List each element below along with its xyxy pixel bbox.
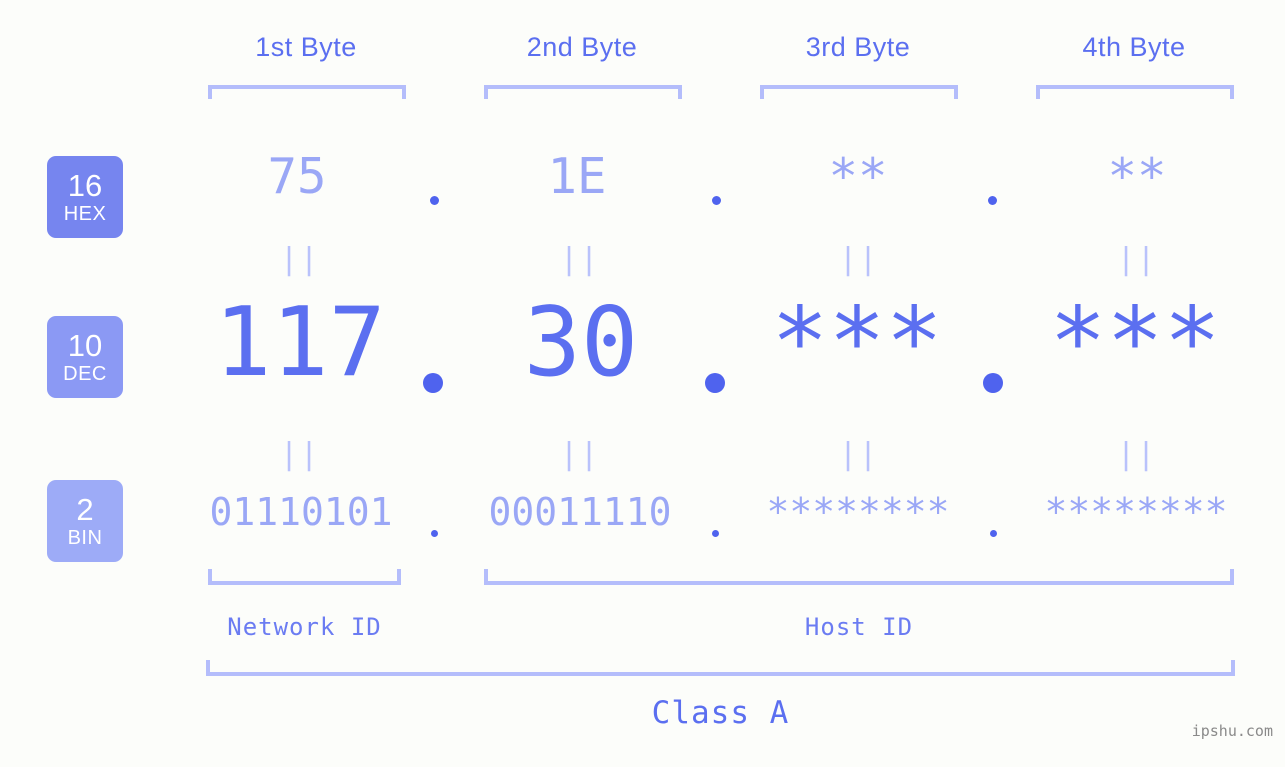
dec-separator-dot-2 bbox=[705, 373, 725, 393]
byte-bracket-4 bbox=[1036, 85, 1234, 99]
byte-header-3: 3rd Byte bbox=[805, 32, 911, 62]
byte-bracket-1 bbox=[208, 85, 406, 99]
byte-bracket-3 bbox=[760, 85, 958, 99]
bin-separator-dot-2 bbox=[712, 530, 719, 537]
hex-separator-dot-3 bbox=[988, 196, 997, 205]
host-id-bracket bbox=[484, 569, 1234, 585]
radix-badge-bin: 2 BIN bbox=[47, 480, 123, 562]
network-id-bracket bbox=[208, 569, 401, 585]
ip-address-breakdown-diagram: 1st Byte 2nd Byte 3rd Byte 4th Byte 16 H… bbox=[0, 0, 1285, 767]
hex-separator-dot-1 bbox=[430, 196, 439, 205]
byte-header-2: 2nd Byte bbox=[526, 32, 638, 62]
bin-separator-dot-3 bbox=[990, 530, 997, 537]
byte-header-1: 1st Byte bbox=[255, 32, 357, 62]
network-id-label: Network ID bbox=[227, 613, 382, 641]
equality-mark-hex-dec-1: || bbox=[279, 242, 321, 277]
bin-byte-3-value: ******** bbox=[766, 490, 950, 534]
bin-byte-2-value: 00011110 bbox=[488, 490, 672, 534]
equality-mark-hex-dec-4: || bbox=[1116, 242, 1158, 277]
host-id-label: Host ID bbox=[804, 613, 914, 641]
hex-byte-3-value: ** bbox=[828, 148, 888, 205]
dec-separator-dot-3 bbox=[983, 373, 1003, 393]
radix-badge-hex: 16 HEX bbox=[47, 156, 123, 238]
dec-byte-3-value: *** bbox=[771, 288, 943, 398]
radix-badge-bin-name: BIN bbox=[67, 527, 103, 549]
byte-header-4: 4th Byte bbox=[1082, 32, 1186, 62]
bin-byte-1-value: 01110101 bbox=[209, 490, 393, 534]
radix-badge-hex-name: HEX bbox=[63, 203, 107, 225]
equality-mark-dec-bin-3: || bbox=[838, 437, 880, 472]
radix-badge-hex-number: 16 bbox=[67, 168, 103, 203]
dec-byte-2-value: 30 bbox=[523, 288, 639, 398]
radix-badge-dec-name: DEC bbox=[63, 363, 107, 385]
equality-mark-dec-bin-1: || bbox=[279, 437, 321, 472]
dec-separator-dot-1 bbox=[423, 373, 443, 393]
hex-byte-1-value: 75 bbox=[267, 148, 327, 205]
hex-byte-4-value: ** bbox=[1107, 148, 1167, 205]
equality-mark-hex-dec-2: || bbox=[559, 242, 601, 277]
class-bracket bbox=[206, 660, 1235, 676]
bin-separator-dot-1 bbox=[431, 530, 438, 537]
byte-bracket-2 bbox=[484, 85, 682, 99]
radix-badge-bin-number: 2 bbox=[76, 492, 94, 527]
equality-mark-dec-bin-2: || bbox=[559, 437, 601, 472]
hex-separator-dot-2 bbox=[712, 196, 721, 205]
site-watermark: ipshu.com bbox=[1191, 722, 1273, 740]
hex-byte-2-value: 1E bbox=[547, 148, 607, 205]
radix-badge-dec-number: 10 bbox=[67, 328, 103, 363]
class-label: Class A bbox=[651, 695, 790, 731]
bin-byte-4-value: ******** bbox=[1044, 490, 1228, 534]
radix-badge-dec: 10 DEC bbox=[47, 316, 123, 398]
dec-byte-1-value: 117 bbox=[214, 288, 386, 398]
dec-byte-4-value: *** bbox=[1049, 288, 1221, 398]
equality-mark-hex-dec-3: || bbox=[838, 242, 880, 277]
equality-mark-dec-bin-4: || bbox=[1116, 437, 1158, 472]
